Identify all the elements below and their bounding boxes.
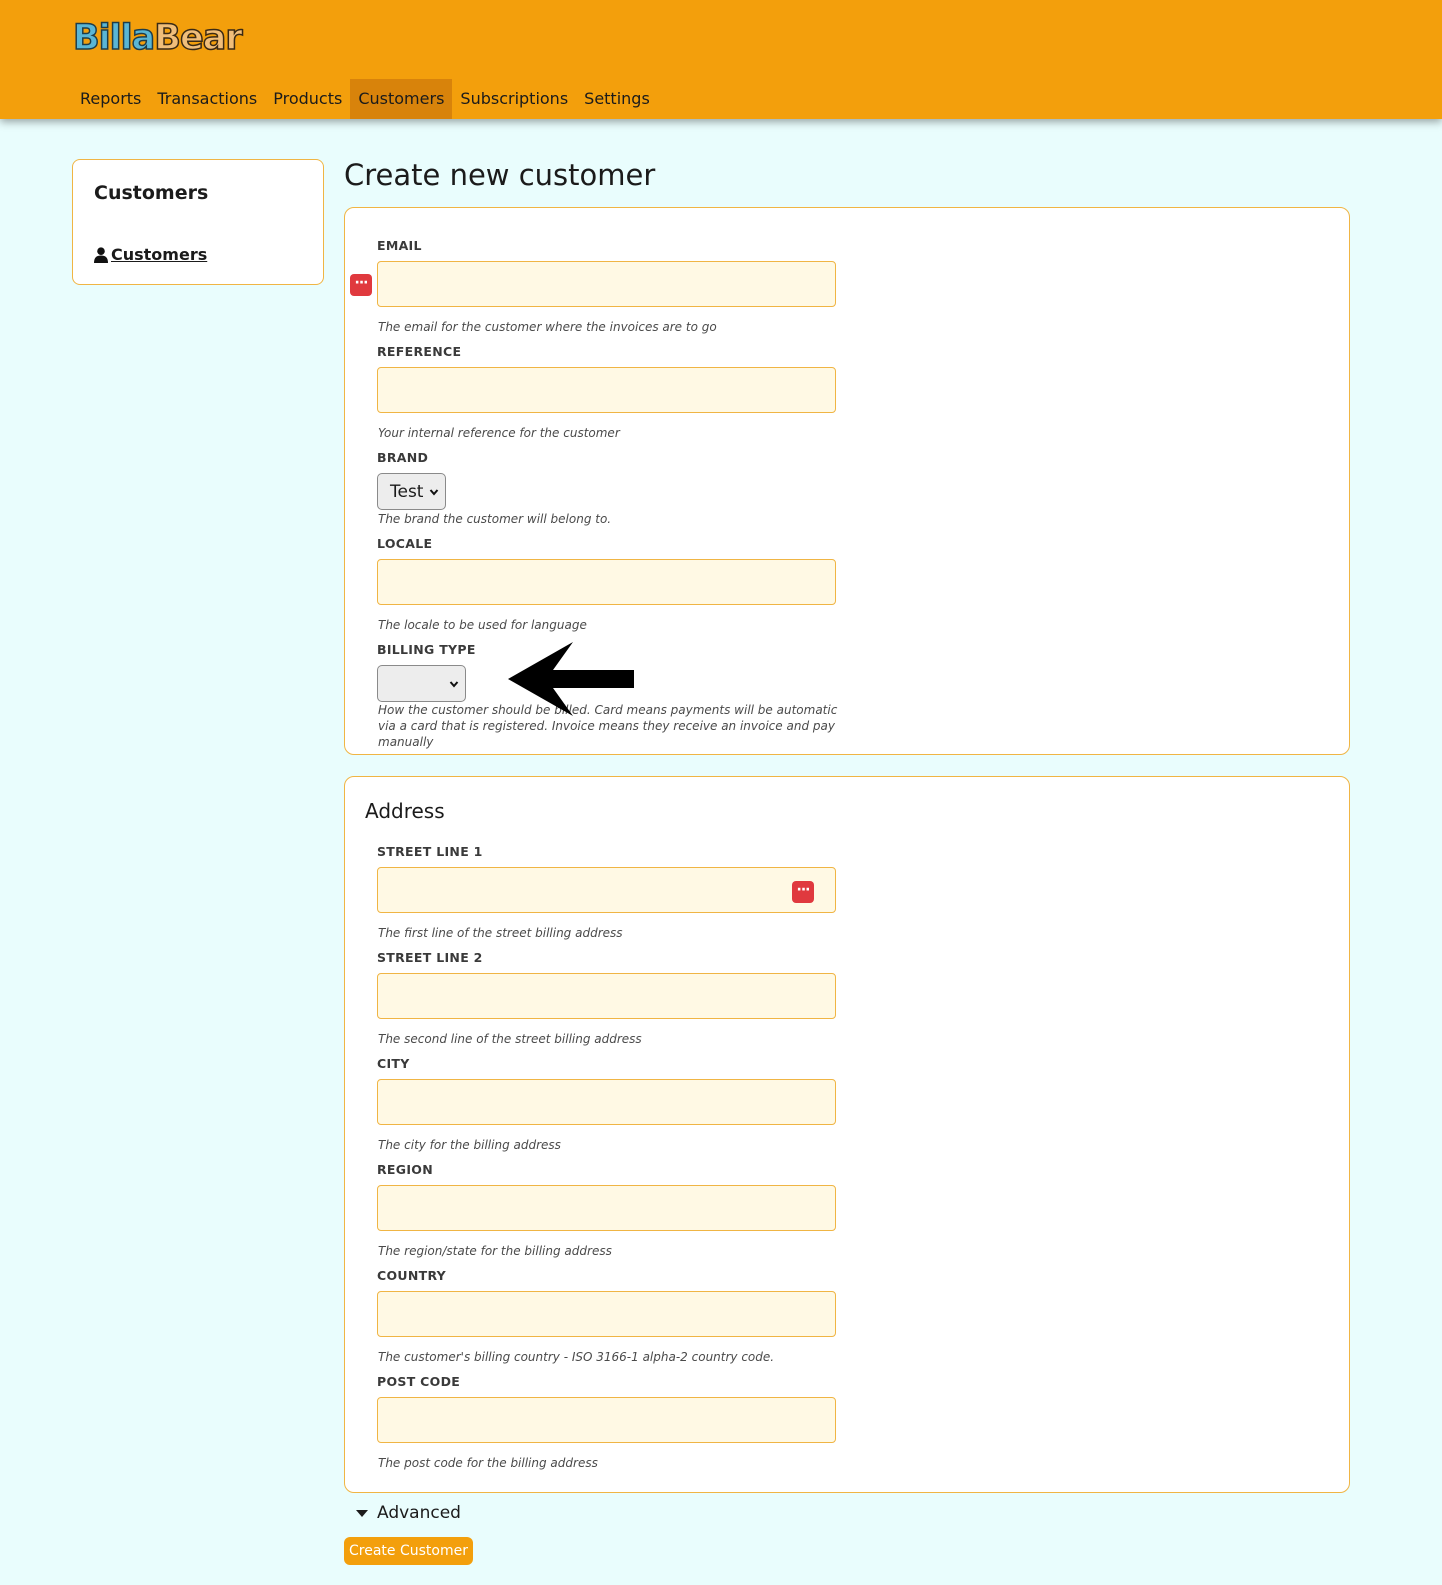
create-customer-button[interactable]: Create Customer [344, 1537, 473, 1565]
region-field[interactable] [377, 1185, 836, 1231]
postcode-label: POST CODE [377, 1374, 461, 1389]
street2-field[interactable] [377, 973, 836, 1019]
email-label: EMAIL [377, 238, 422, 253]
locale-help: The locale to be used for language [378, 618, 587, 632]
nav-products[interactable]: Products [265, 79, 350, 119]
advanced-label: Advanced [377, 1503, 461, 1523]
brand-label: BRAND [377, 450, 429, 465]
triangle-down-icon [356, 1509, 368, 1517]
street2-help: The second line of the street billing ad… [378, 1032, 642, 1046]
street1-label: STREET LINE 1 [377, 844, 483, 859]
sidebar-item-label: Customers [111, 245, 208, 264]
chevron-down-icon [429, 489, 439, 496]
country-field[interactable] [377, 1291, 836, 1337]
page-title: Create new customer [344, 158, 656, 192]
city-field[interactable] [377, 1079, 836, 1125]
postcode-field[interactable] [377, 1397, 836, 1443]
brand-selected-value: Test [390, 481, 424, 502]
street1-help: The first line of the street billing add… [378, 926, 623, 940]
logo-part1: Billa [72, 17, 156, 59]
password-manager-icon[interactable]: ··· [350, 274, 372, 296]
brand-select[interactable]: Test [377, 473, 446, 510]
main-nav: Reports Transactions Products Customers … [72, 79, 658, 119]
reference-field[interactable] [377, 367, 836, 413]
nav-reports[interactable]: Reports [72, 79, 149, 119]
reference-label: REFERENCE [377, 344, 462, 359]
advanced-toggle[interactable]: Advanced [356, 1503, 461, 1523]
nav-transactions[interactable]: Transactions [149, 79, 265, 119]
postcode-help: The post code for the billing address [378, 1456, 598, 1470]
city-label: CITY [377, 1056, 410, 1071]
nav-settings[interactable]: Settings [576, 79, 658, 119]
password-manager-icon[interactable]: ··· [792, 881, 814, 903]
sidebar-title: Customers [94, 182, 209, 204]
address-heading: Address [365, 799, 445, 823]
country-help: The customer's billing country - ISO 316… [378, 1350, 775, 1364]
street1-field[interactable] [377, 867, 836, 913]
email-help: The email for the customer where the inv… [378, 320, 717, 334]
email-field[interactable] [377, 261, 836, 307]
street2-label: STREET LINE 2 [377, 950, 483, 965]
chevron-down-icon [449, 681, 459, 688]
region-label: REGION [377, 1162, 433, 1177]
billabear-logo[interactable]: BillaBear [72, 16, 244, 60]
sidebar: Customers Customers [72, 159, 324, 285]
person-icon [94, 246, 108, 263]
customer-details-card: EMAIL ··· The email for the customer whe… [344, 207, 1350, 755]
top-header: BillaBear Reports Transactions Products … [0, 0, 1442, 119]
nav-customers[interactable]: Customers [350, 79, 453, 119]
country-label: COUNTRY [377, 1268, 447, 1283]
billing-type-label: BILLING TYPE [377, 642, 476, 657]
address-card: Address STREET LINE 1 ··· The first line… [344, 776, 1350, 1493]
billing-type-select[interactable] [377, 665, 466, 702]
reference-help: Your internal reference for the customer [378, 426, 620, 440]
nav-subscriptions[interactable]: Subscriptions [452, 79, 576, 119]
logo-part2: Bear [154, 17, 244, 59]
left-arrow-annotation-icon [508, 642, 634, 716]
brand-help: The brand the customer will belong to. [378, 512, 612, 526]
city-help: The city for the billing address [378, 1138, 561, 1152]
locale-label: LOCALE [377, 536, 433, 551]
sidebar-item-customers[interactable]: Customers [94, 245, 207, 264]
locale-field[interactable] [377, 559, 836, 605]
region-help: The region/state for the billing address [378, 1244, 612, 1258]
